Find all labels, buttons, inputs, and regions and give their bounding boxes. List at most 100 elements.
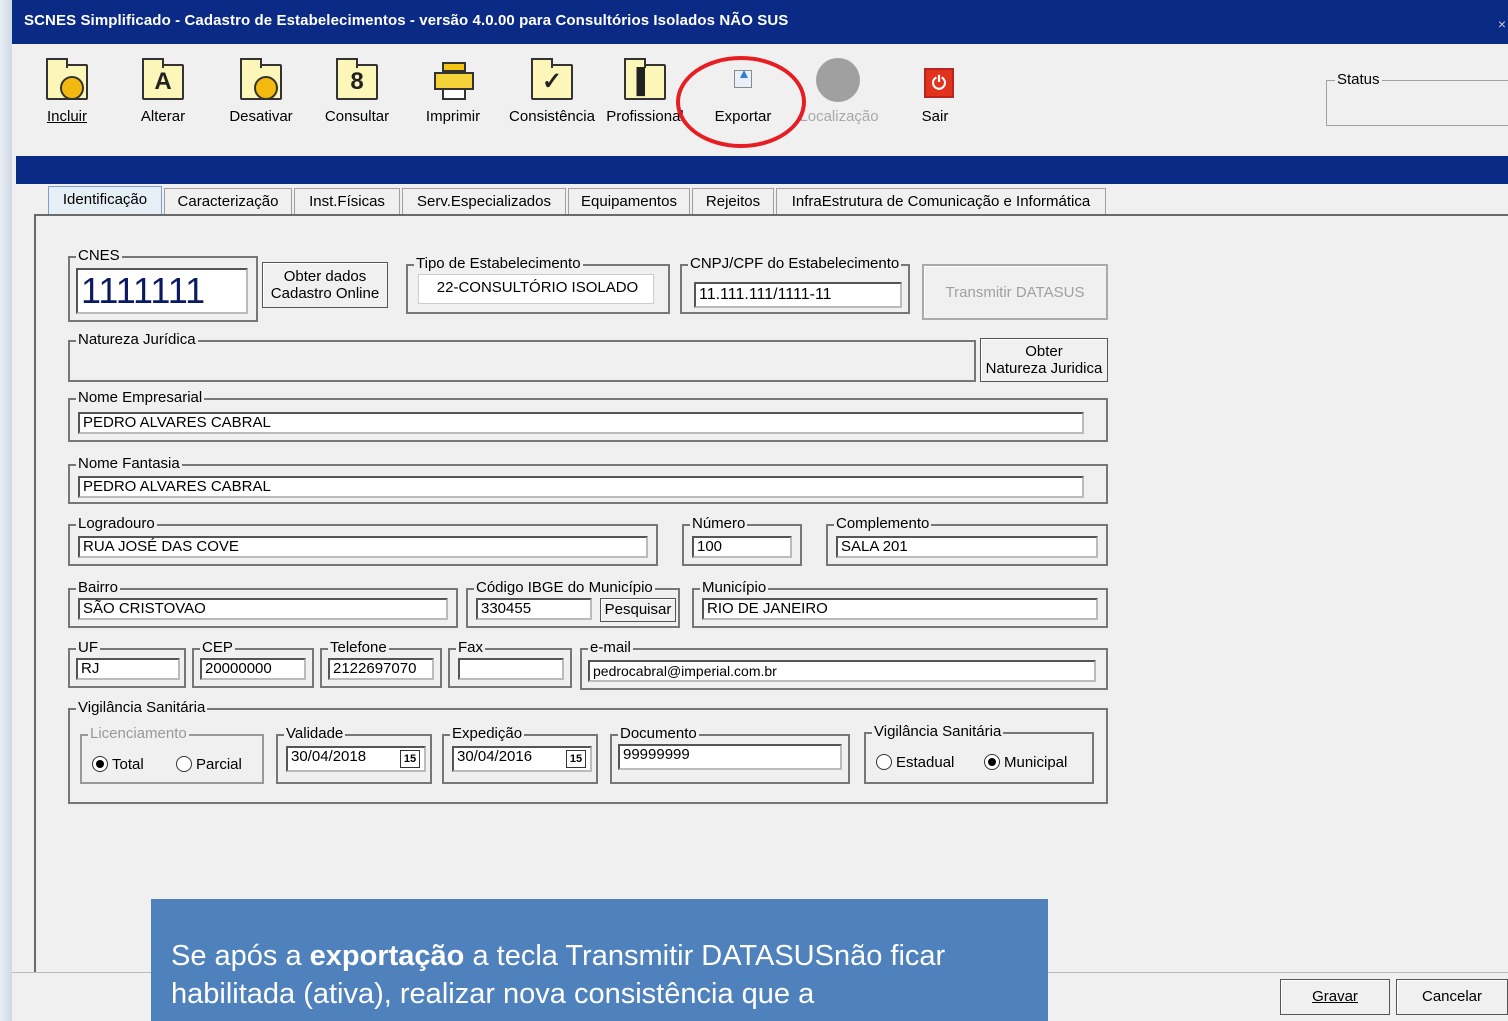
tipo-field[interactable]: 22-CONSULTÓRIO ISOLADO [418, 274, 654, 304]
documento-field[interactable]: 99999999 [618, 744, 842, 770]
radio-estadual[interactable]: Estadual [876, 754, 954, 771]
cancelar-button[interactable]: Cancelar [1396, 979, 1508, 1015]
radio-municipal[interactable]: Municipal [984, 754, 1067, 771]
radio-total-label: Total [112, 756, 144, 773]
cnes-field[interactable]: 1111111 [76, 268, 248, 314]
tab-inst-fisicas[interactable]: Inst.Físicas [294, 188, 400, 214]
consistency-label: Consistência [509, 108, 595, 125]
tab-caracterizacao[interactable]: Caracterização [164, 188, 292, 214]
ibge-field[interactable]: 330455 [476, 598, 592, 620]
telefone-label: Telefone [328, 639, 389, 656]
exit-button[interactable]: ⏻ Sair [890, 58, 980, 138]
telefone-group: Telefone 2122697070 [320, 640, 442, 688]
status-panel: Status [1326, 71, 1508, 126]
edit-icon: A [140, 58, 186, 102]
licenciamento-label: Licenciamento [88, 725, 189, 742]
close-icon[interactable]: × [1498, 16, 1506, 32]
nome-empresarial-group: Nome Empresarial PEDRO ALVARES CABRAL [68, 390, 1108, 442]
deactivate-button[interactable]: Desativar [216, 58, 306, 138]
bairro-group: Bairro SÃO CRISTOVAO [68, 580, 458, 628]
complemento-group: Complemento SALA 201 [826, 516, 1108, 566]
ibge-group: Código IBGE do Município 330455 Pesquisa… [466, 580, 680, 628]
email-label: e-mail [588, 639, 633, 656]
municipio-label: Município [700, 579, 769, 596]
tab-rejeitos[interactable]: Rejeitos [692, 188, 774, 214]
cnpj-field[interactable]: 11.111.111/1111-11 [694, 282, 902, 308]
logradouro-field[interactable]: RUA JOSÉ DAS COVE [78, 536, 648, 558]
transmitir-datasus-button[interactable]: Transmitir DATASUS [922, 264, 1108, 320]
cep-label: CEP [200, 639, 235, 656]
include-icon [44, 58, 90, 102]
printer-icon [430, 58, 476, 102]
numero-label: Número [690, 515, 748, 532]
gravar-button[interactable]: Gravar [1280, 979, 1390, 1015]
include-button[interactable]: Incluir [22, 58, 112, 138]
uf-field[interactable]: RJ [76, 658, 180, 680]
fax-label: Fax [456, 639, 486, 656]
nome-fantasia-label: Nome Fantasia [76, 455, 182, 472]
obter-dados-line1: Obter dados [283, 268, 367, 285]
email-field[interactable]: pedrocabral@imperial.com.br [588, 660, 1096, 682]
expedicao-group: Expedição 30/04/2016 15 [442, 726, 598, 784]
documento-group: Documento 99999999 [610, 726, 850, 784]
cep-group: CEP 20000000 [192, 640, 314, 688]
telefone-field[interactable]: 2122697070 [328, 658, 434, 680]
obter-dados-line2: Cadastro Online [270, 285, 380, 302]
explanation-callout: Se após a exportação a tecla Transmitir … [151, 899, 1048, 1021]
radio-total[interactable]: Total [92, 756, 144, 773]
search-label: Consultar [324, 108, 390, 125]
uf-group: UF RJ [68, 640, 186, 688]
desktop-strip [0, 0, 12, 1021]
location-label: Localização [799, 108, 879, 125]
app-window: SCNES Simplificado - Cadastro de Estabel… [0, 0, 1508, 1021]
consistency-button[interactable]: ✓ Consistência [504, 58, 600, 138]
bairro-field[interactable]: SÃO CRISTOVAO [78, 598, 448, 620]
print-button[interactable]: Imprimir [408, 58, 498, 138]
logradouro-group: Logradouro RUA JOSÉ DAS COVE [68, 516, 658, 566]
tab-infraestrutura[interactable]: InfraEstrutura de Comunicação e Informát… [776, 188, 1106, 214]
tab-equipamentos[interactable]: Equipamentos [568, 188, 690, 214]
tab-identificacao[interactable]: Identificação [48, 186, 162, 214]
obter-natureza-button[interactable]: Obter Natureza Juridica [980, 338, 1108, 382]
complemento-label: Complemento [834, 515, 932, 532]
fax-field[interactable] [458, 658, 564, 680]
radio-total-indicator [92, 756, 108, 772]
nome-empresarial-field[interactable]: PEDRO ALVARES CABRAL [78, 412, 1084, 434]
cnes-group: CNES 1111111 [68, 248, 258, 322]
include-label: Incluir [46, 108, 87, 125]
esfera-label: Vigilância Sanitária [872, 723, 1004, 740]
nome-fantasia-field[interactable]: PEDRO ALVARES CABRAL [78, 476, 1084, 498]
ibge-label: Código IBGE do Município [474, 579, 655, 596]
radio-municipal-indicator [984, 754, 1000, 770]
cnpj-label: CNPJ/CPF do Estabelecimento [688, 255, 902, 272]
municipio-field[interactable]: RIO DE JANEIRO [702, 598, 1098, 620]
numero-field[interactable]: 100 [692, 536, 792, 558]
natureza-label: Natureza Jurídica [76, 331, 198, 348]
check-icon: ✓ [529, 58, 575, 102]
status-label: Status [1335, 71, 1382, 88]
radio-parcial-indicator [176, 756, 192, 772]
licenciamento-group: Licenciamento Total Parcial [80, 726, 264, 784]
tipo-label: Tipo de Estabelecimento [414, 255, 583, 272]
expedicao-label: Expedição [450, 725, 525, 742]
numero-group: Número 100 [682, 516, 802, 566]
obter-dados-button[interactable]: Obter dados Cadastro Online [262, 262, 388, 308]
complemento-field[interactable]: SALA 201 [836, 536, 1098, 558]
radio-parcial[interactable]: Parcial [176, 756, 242, 773]
logradouro-label: Logradouro [76, 515, 157, 532]
edit-button[interactable]: A Alterar [118, 58, 208, 138]
pesquisar-button[interactable]: Pesquisar [600, 598, 676, 622]
title-bar: SCNES Simplificado - Cadastro de Estabel… [12, 0, 1508, 44]
expedicao-calendar-icon[interactable]: 15 [566, 750, 586, 768]
bairro-label: Bairro [76, 579, 121, 596]
validade-calendar-icon[interactable]: 15 [400, 750, 420, 768]
municipio-group: Município RIO DE JANEIRO [692, 580, 1108, 628]
tab-serv-especializados[interactable]: Serv.Especializados [402, 188, 566, 214]
search-icon: 8 [334, 58, 380, 102]
location-button[interactable]: Localização [794, 58, 884, 138]
search-button[interactable]: 8 Consultar [312, 58, 402, 138]
cep-field[interactable]: 20000000 [200, 658, 306, 680]
location-icon [816, 58, 862, 102]
documento-label: Documento [618, 725, 699, 742]
nome-empresarial-label: Nome Empresarial [76, 389, 205, 406]
